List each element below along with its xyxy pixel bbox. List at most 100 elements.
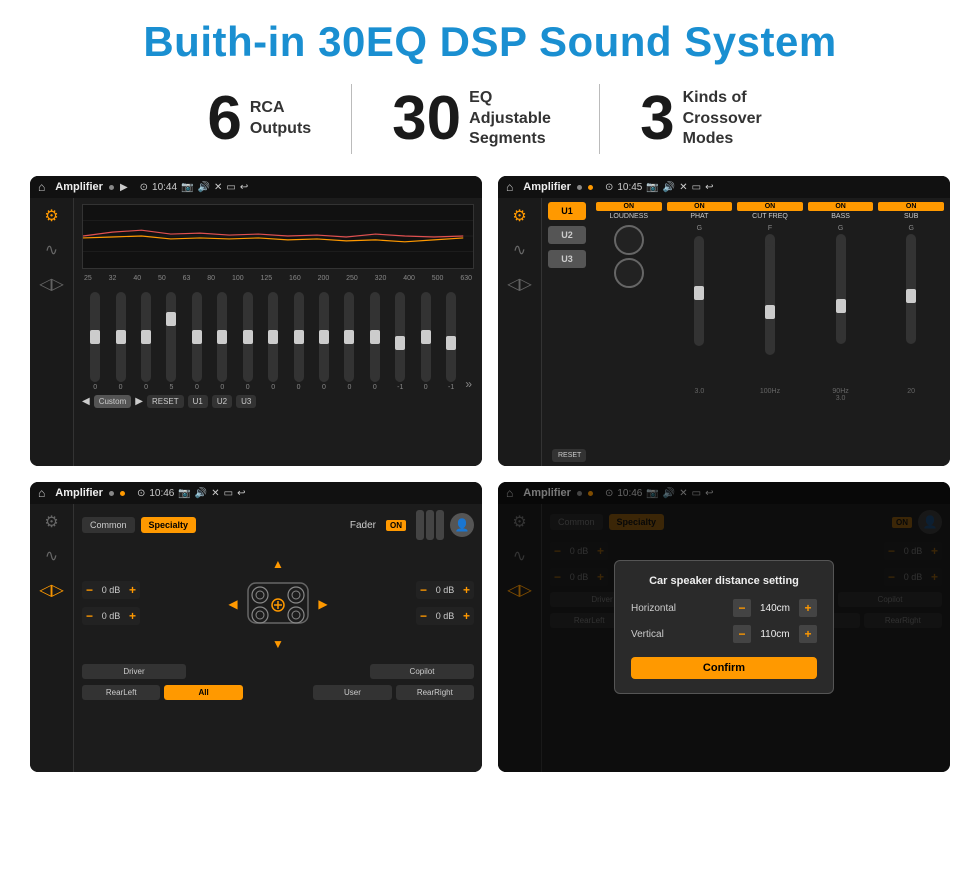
loudness-knob2[interactable] (614, 258, 644, 288)
eq-thumb-320[interactable] (370, 330, 380, 344)
eq-next-btn[interactable]: ▶ (135, 396, 143, 407)
home-icon-mixer[interactable]: ⌂ (506, 180, 513, 194)
fader-on-btn[interactable]: ON (386, 520, 406, 531)
fader-rearright-btn[interactable]: RearRight (396, 685, 474, 700)
eq-thumb-25[interactable] (90, 330, 100, 344)
phat-track[interactable] (694, 236, 704, 346)
fader-mini-3[interactable] (436, 510, 444, 540)
eq-u2-btn[interactable]: U2 (212, 395, 232, 408)
eq-sidebar-vol[interactable]: ◁▷ (39, 274, 64, 294)
eq-track-400[interactable] (395, 292, 405, 382)
mixer-reset-btn[interactable]: RESET (552, 449, 586, 462)
back-icon-fader[interactable]: ↩ (237, 488, 245, 499)
eq-thumb-40[interactable] (141, 330, 151, 344)
profile-icon-fader[interactable]: 👤 (450, 513, 474, 537)
fader-mini-1[interactable] (416, 510, 424, 540)
home-icon-fader[interactable]: ⌂ (38, 486, 45, 500)
eq-track-200[interactable] (319, 292, 329, 382)
dialog-vertical-minus[interactable]: − (733, 625, 751, 643)
main-title: Buith-in 30EQ DSP Sound System (30, 18, 950, 66)
bass-thumb[interactable] (836, 299, 846, 313)
dialog-vertical-plus[interactable]: + (799, 625, 817, 643)
eq-thumb-160[interactable] (294, 330, 304, 344)
eq-u1-btn[interactable]: U1 (188, 395, 208, 408)
fader-sidebar-vol[interactable]: ◁▷ (39, 580, 64, 600)
eq-thumb-125[interactable] (268, 330, 278, 344)
sub-track[interactable] (906, 234, 916, 344)
db-minus-bl[interactable]: − (86, 609, 93, 623)
db-minus-tr[interactable]: − (420, 583, 427, 597)
eq-thumb-32[interactable] (116, 330, 126, 344)
fader-sidebar-eq[interactable]: ⚙ (44, 512, 58, 532)
eq-track-100[interactable] (243, 292, 253, 382)
eq-thumb-400[interactable] (395, 336, 405, 350)
loudness-knob[interactable] (614, 225, 644, 255)
eq-track-500[interactable] (421, 292, 431, 382)
db-plus-br[interactable]: + (463, 609, 470, 623)
eq-track-80[interactable] (217, 292, 227, 382)
db-plus-bl[interactable]: + (129, 609, 136, 623)
eq-track-25[interactable] (90, 292, 100, 382)
phat-thumb[interactable] (694, 286, 704, 300)
mixer-u1-btn[interactable]: U1 (548, 202, 586, 220)
back-icon-eq[interactable]: ↩ (240, 182, 248, 193)
sub-thumb[interactable] (906, 289, 916, 303)
fader-driver-btn[interactable]: Driver (82, 664, 186, 679)
confirm-button[interactable]: Confirm (631, 657, 817, 679)
eq-track-630[interactable] (446, 292, 456, 382)
fader-tab-common[interactable]: Common (82, 517, 135, 533)
ch-bass-on[interactable]: ON (808, 202, 874, 211)
eq-slider-100: 0 (237, 292, 259, 391)
fader-copilot-btn[interactable]: Copilot (370, 664, 474, 679)
db-minus-tl[interactable]: − (86, 583, 93, 597)
eq-reset-btn[interactable]: RESET (147, 395, 184, 408)
eq-track-32[interactable] (116, 292, 126, 382)
eq-thumb-630[interactable] (446, 336, 456, 350)
ch-sub-on[interactable]: ON (878, 202, 944, 211)
eq-thumb-200[interactable] (319, 330, 329, 344)
eq-thumb-50[interactable] (166, 312, 176, 326)
eq-more-icon[interactable]: » (465, 377, 472, 391)
home-icon-eq[interactable]: ⌂ (38, 180, 45, 194)
eq-prev-btn[interactable]: ◀ (82, 396, 90, 407)
ch-phat-on[interactable]: ON (667, 202, 733, 211)
mixer-sidebar-wave[interactable]: ∿ (513, 240, 526, 260)
fader-rearleft-btn[interactable]: RearLeft (82, 685, 160, 700)
eq-sidebar-wave[interactable]: ∿ (45, 240, 58, 260)
fader-tab-specialty[interactable]: Specialty (141, 517, 197, 533)
eq-thumb-250[interactable] (344, 330, 354, 344)
eq-track-50[interactable] (166, 292, 176, 382)
db-minus-br[interactable]: − (420, 609, 427, 623)
fader-mini-2[interactable] (426, 510, 434, 540)
eq-thumb-63[interactable] (192, 330, 202, 344)
eq-thumb-100[interactable] (243, 330, 253, 344)
eq-sidebar-eq[interactable]: ⚙ (44, 206, 58, 226)
mixer-sidebar-eq[interactable]: ⚙ (512, 206, 526, 226)
mixer-sidebar-vol[interactable]: ◁▷ (507, 274, 532, 294)
eq-track-250[interactable] (344, 292, 354, 382)
cutfreq-thumb-g[interactable] (765, 305, 775, 319)
fader-user-btn[interactable]: User (313, 685, 391, 700)
bass-track[interactable] (836, 234, 846, 344)
eq-track-320[interactable] (370, 292, 380, 382)
fader-all-btn[interactable]: All (164, 685, 242, 700)
mixer-u3-btn[interactable]: U3 (548, 250, 586, 268)
eq-thumb-500[interactable] (421, 330, 431, 344)
eq-custom-btn[interactable]: Custom (94, 395, 132, 408)
dialog-horizontal-plus[interactable]: + (799, 599, 817, 617)
eq-thumb-80[interactable] (217, 330, 227, 344)
dialog-horizontal-minus[interactable]: − (733, 599, 751, 617)
eq-track-160[interactable] (294, 292, 304, 382)
mixer-u2-btn[interactable]: U2 (548, 226, 586, 244)
back-icon-mixer[interactable]: ↩ (705, 182, 713, 193)
eq-u3-btn[interactable]: U3 (236, 395, 256, 408)
ch-cutfreq-on[interactable]: ON (737, 202, 803, 211)
cutfreq-track-g[interactable] (765, 245, 775, 355)
db-plus-tr[interactable]: + (463, 583, 470, 597)
eq-track-40[interactable] (141, 292, 151, 382)
ch-loudness-on[interactable]: ON (596, 202, 662, 211)
db-plus-tl[interactable]: + (129, 583, 136, 597)
eq-track-63[interactable] (192, 292, 202, 382)
eq-track-125[interactable] (268, 292, 278, 382)
fader-sidebar-wave[interactable]: ∿ (45, 546, 58, 566)
